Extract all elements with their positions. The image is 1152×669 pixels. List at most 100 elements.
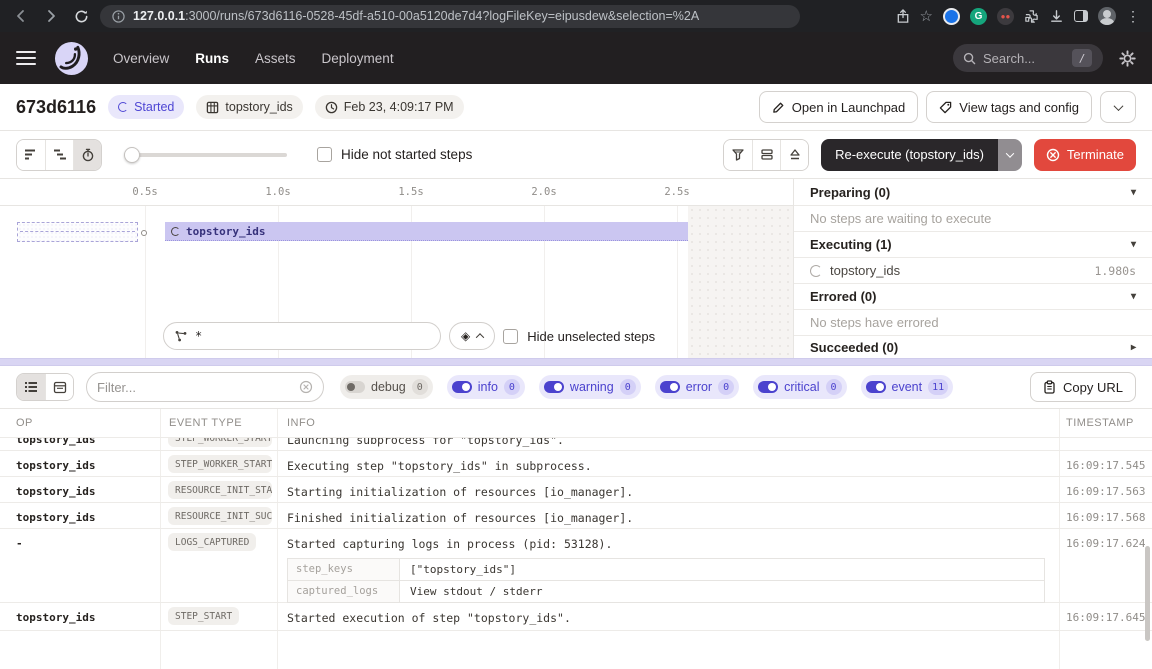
- level-toggle-event[interactable]: event 11: [861, 375, 954, 399]
- level-toggle-debug[interactable]: debug 0: [340, 375, 433, 399]
- address-bar[interactable]: 127.0.0.1:3000/runs/673d6116-0528-45df-a…: [100, 5, 800, 28]
- errored-section-header[interactable]: Errored (0) ▾: [794, 284, 1152, 310]
- settings-gear-icon[interactable]: [1119, 50, 1136, 67]
- terminate-button[interactable]: Terminate: [1034, 139, 1136, 171]
- view-mode-timed-button[interactable]: [73, 140, 101, 170]
- browser-back-button[interactable]: [10, 5, 32, 27]
- clock-icon: [325, 101, 338, 114]
- toggle-switch[interactable]: [452, 381, 472, 393]
- clear-filter-icon[interactable]: [299, 380, 313, 394]
- chevron-down-icon: ▾: [1131, 239, 1136, 250]
- toggle-switch[interactable]: [866, 381, 886, 393]
- toggle-switch[interactable]: [345, 381, 365, 393]
- site-info-icon[interactable]: [112, 10, 125, 23]
- hide-not-started-label: Hide not started steps: [341, 147, 472, 162]
- nav-overview[interactable]: Overview: [113, 51, 169, 66]
- level-label: event: [892, 380, 923, 394]
- level-label: debug: [371, 380, 406, 394]
- run-actions-dropdown-button[interactable]: [1100, 91, 1136, 123]
- slider-track[interactable]: [124, 153, 287, 157]
- table-row-partial[interactable]: topstory_ids STEP_WORKER_STARTI… Launchi…: [0, 438, 1152, 451]
- view-stdout-stderr-link[interactable]: View stdout / stderr: [400, 581, 1044, 602]
- preparing-section-header[interactable]: Preparing (0) ▾: [794, 179, 1152, 206]
- reexecute-button[interactable]: Re-execute (topstory_ids): [821, 139, 998, 171]
- panel-resize-handle[interactable]: [0, 358, 1152, 366]
- view-mode-flat-button[interactable]: [17, 140, 45, 170]
- app-header: Overview Runs Assets Deployment /: [0, 32, 1152, 84]
- op-selector-field[interactable]: [163, 322, 441, 350]
- nav-runs[interactable]: Runs: [195, 51, 229, 66]
- op-cell: topstory_ids: [0, 477, 160, 504]
- hide-unselected-checkbox[interactable]: [503, 329, 518, 344]
- downloads-icon[interactable]: [1049, 9, 1064, 24]
- job-name-badge[interactable]: topstory_ids: [196, 95, 302, 119]
- hide-not-started-option[interactable]: Hide not started steps: [317, 147, 472, 162]
- extensions-puzzle-icon[interactable]: [1024, 9, 1039, 24]
- executing-step-row[interactable]: topstory_ids 1.980s: [794, 258, 1152, 284]
- log-scrollbar-thumb[interactable]: [1145, 546, 1150, 641]
- hide-unselected-option[interactable]: Hide unselected steps: [503, 329, 655, 344]
- toggle-switch[interactable]: [544, 381, 564, 393]
- hamburger-menu-icon[interactable]: [16, 51, 36, 66]
- level-label: info: [478, 380, 498, 394]
- back-arrow-icon: [18, 11, 23, 21]
- hide-not-started-checkbox[interactable]: [317, 147, 332, 162]
- extension-icon-blue[interactable]: [943, 8, 960, 25]
- copy-url-button[interactable]: Copy URL: [1030, 372, 1136, 402]
- browser-menu-icon[interactable]: ⋮: [1126, 9, 1140, 23]
- log-view-list-button[interactable]: [17, 374, 45, 400]
- info-cell: Started execution of step "topstory_ids"…: [277, 603, 1059, 630]
- share-icon[interactable]: [896, 9, 910, 24]
- table-row[interactable]: topstory_ids RESOURCE_INIT_STAR… Startin…: [0, 477, 1152, 503]
- filter-rows-button[interactable]: [752, 140, 780, 170]
- tag-icon: [939, 101, 952, 114]
- level-toggle-critical[interactable]: critical 0: [753, 375, 846, 399]
- browser-forward-button[interactable]: [40, 5, 62, 27]
- chevron-down-icon: [1006, 149, 1014, 157]
- gantt-zoom-slider[interactable]: [124, 147, 287, 163]
- level-toggle-warning[interactable]: warning 0: [539, 375, 641, 399]
- log-filter-input[interactable]: [97, 380, 293, 395]
- executing-section-header[interactable]: Executing (1) ▾: [794, 232, 1152, 258]
- log-filter-field[interactable]: [86, 372, 324, 402]
- browser-reload-button[interactable]: [70, 5, 92, 27]
- side-panel-icon[interactable]: [1074, 10, 1088, 22]
- op-cell: topstory_ids: [0, 451, 160, 478]
- nav-deployment[interactable]: Deployment: [322, 51, 394, 66]
- bookmark-star-icon[interactable]: ☆: [920, 9, 933, 24]
- level-count-badge: 0: [718, 379, 734, 395]
- op-selector-input[interactable]: [195, 329, 430, 343]
- slider-knob[interactable]: [124, 147, 140, 163]
- view-tags-config-button[interactable]: View tags and config: [926, 91, 1092, 123]
- succeeded-section-header[interactable]: Succeeded (0) ▸: [794, 336, 1152, 359]
- gantt-placeholder-step[interactable]: [17, 222, 138, 242]
- view-mode-waterfall-button[interactable]: [45, 140, 73, 170]
- timestamp-cell: 16:09:17.624: [1059, 529, 1152, 603]
- open-launchpad-button[interactable]: Open in Launchpad: [759, 91, 918, 123]
- search-icon: [963, 52, 976, 65]
- level-toggle-error[interactable]: error 0: [655, 375, 739, 399]
- profile-avatar[interactable]: [1098, 7, 1116, 25]
- table-row[interactable]: topstory_ids STEP_START Started executio…: [0, 603, 1152, 631]
- nav-assets[interactable]: Assets: [255, 51, 296, 66]
- table-row[interactable]: topstory_ids RESOURCE_INIT_SUCC… Finishe…: [0, 503, 1152, 529]
- level-toggle-info[interactable]: info 0: [447, 375, 525, 399]
- rows-icon: [760, 148, 774, 161]
- gantt-step-bar[interactable]: topstory_ids: [165, 222, 688, 241]
- filter-funnel-button[interactable]: [724, 140, 752, 170]
- toggle-switch[interactable]: [758, 381, 778, 393]
- dagster-logo-icon[interactable]: [54, 41, 89, 76]
- level-label: warning: [570, 380, 614, 394]
- extension-icon-grammarly[interactable]: G: [970, 8, 987, 25]
- gantt-step-label: topstory_ids: [186, 225, 265, 238]
- search-input[interactable]: [983, 51, 1065, 66]
- table-row[interactable]: topstory_ids STEP_WORKER_STARTED Executi…: [0, 451, 1152, 477]
- extension-icon-dark[interactable]: ●●: [997, 8, 1014, 25]
- toggle-switch[interactable]: [660, 381, 680, 393]
- global-search[interactable]: /: [953, 44, 1103, 72]
- reexecute-dropdown-button[interactable]: [998, 139, 1022, 171]
- table-row-logs-captured[interactable]: - LOGS_CAPTURED Started capturing logs i…: [0, 529, 1152, 603]
- graph-layers-button[interactable]: ◈: [449, 322, 495, 350]
- log-view-structured-button[interactable]: [45, 374, 73, 400]
- filter-eject-button[interactable]: [780, 140, 808, 170]
